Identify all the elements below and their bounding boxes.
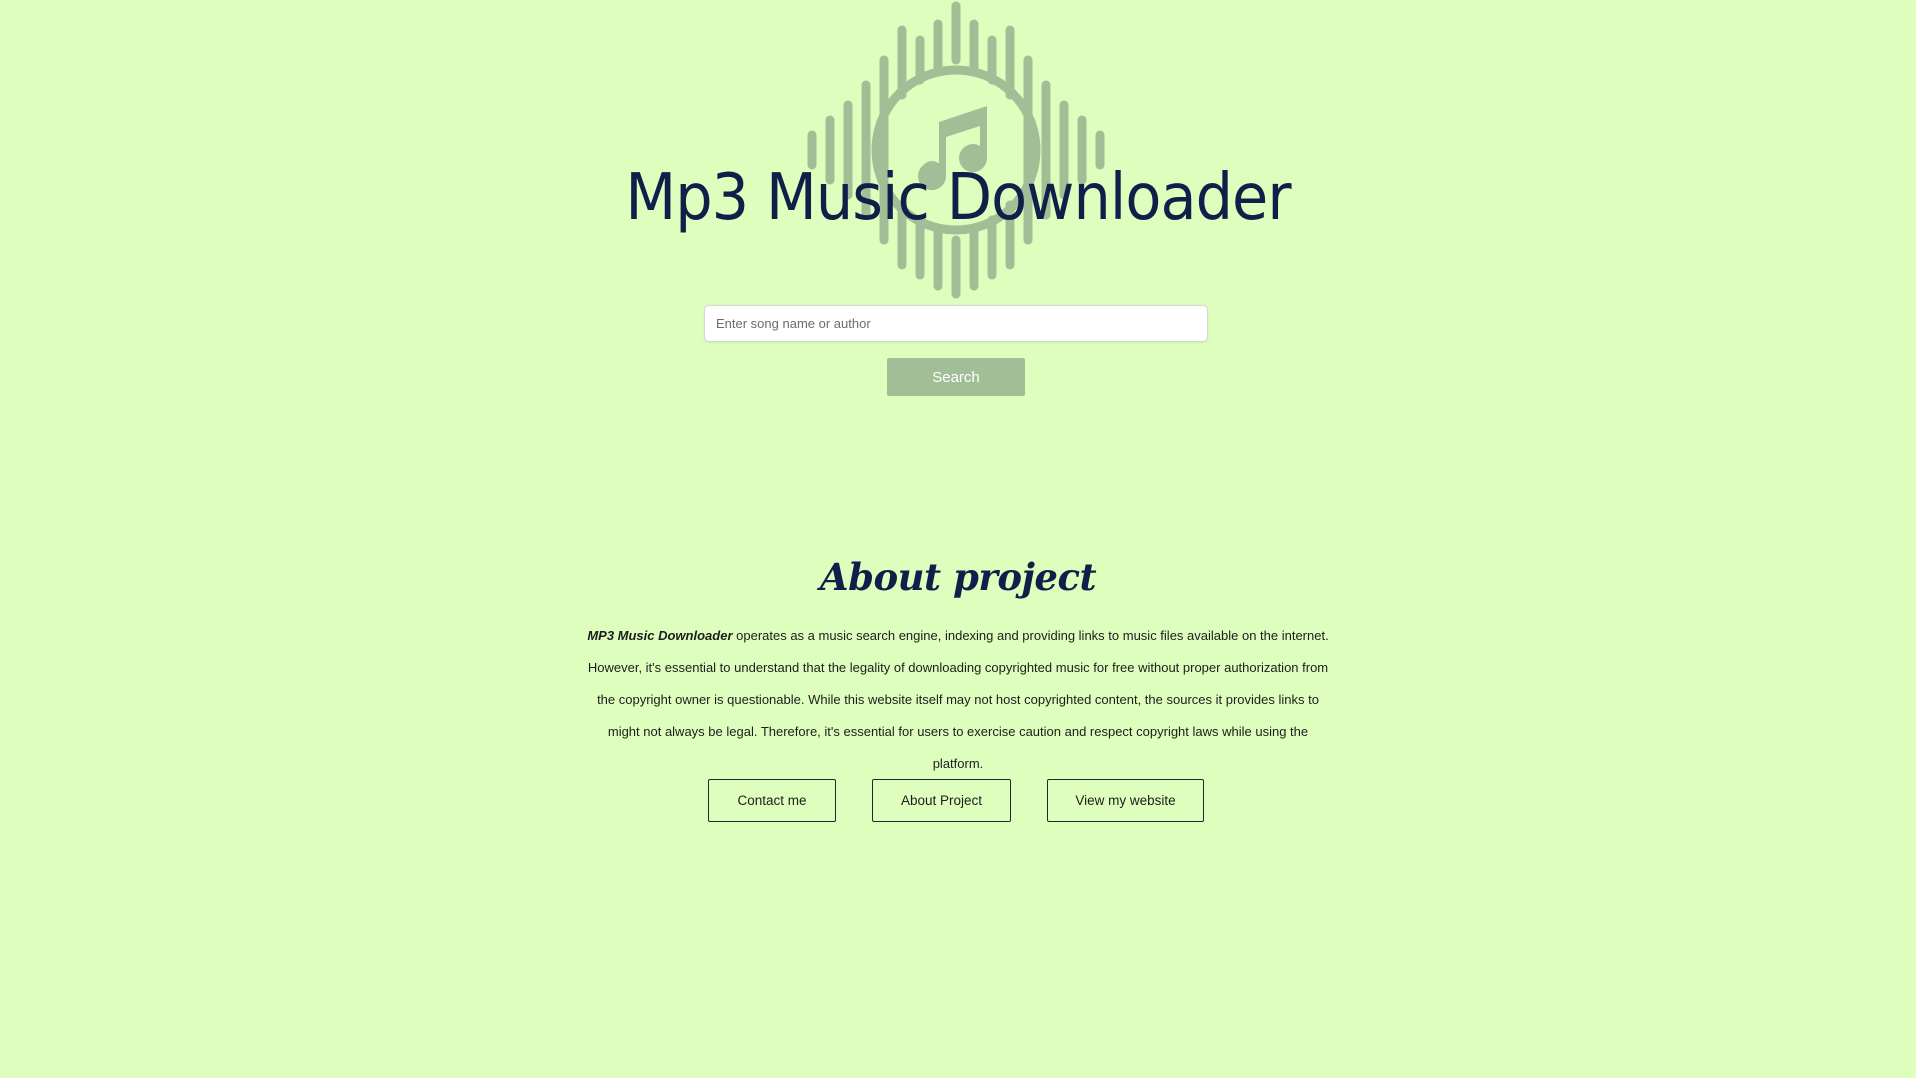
hero-section: Mp3 Music Downloader Search: [0, 0, 1916, 420]
page: Mp3 Music Downloader Search About projec…: [0, 0, 1916, 1078]
about-project-button[interactable]: About Project: [872, 779, 1011, 822]
view-website-button[interactable]: View my website: [1047, 779, 1204, 822]
about-description: MP3 Music Downloader operates as a music…: [585, 620, 1331, 780]
search-button[interactable]: Search: [887, 358, 1025, 396]
search-input[interactable]: [704, 305, 1208, 342]
page-title: Mp3 Music Downloader: [625, 161, 1291, 235]
about-title: About project: [819, 555, 1097, 599]
contact-me-button[interactable]: Contact me: [708, 779, 836, 822]
music-logo-icon: [807, 1, 1105, 299]
about-brand: MP3 Music Downloader: [587, 628, 733, 643]
about-body: operates as a music search engine, index…: [587, 628, 1329, 771]
